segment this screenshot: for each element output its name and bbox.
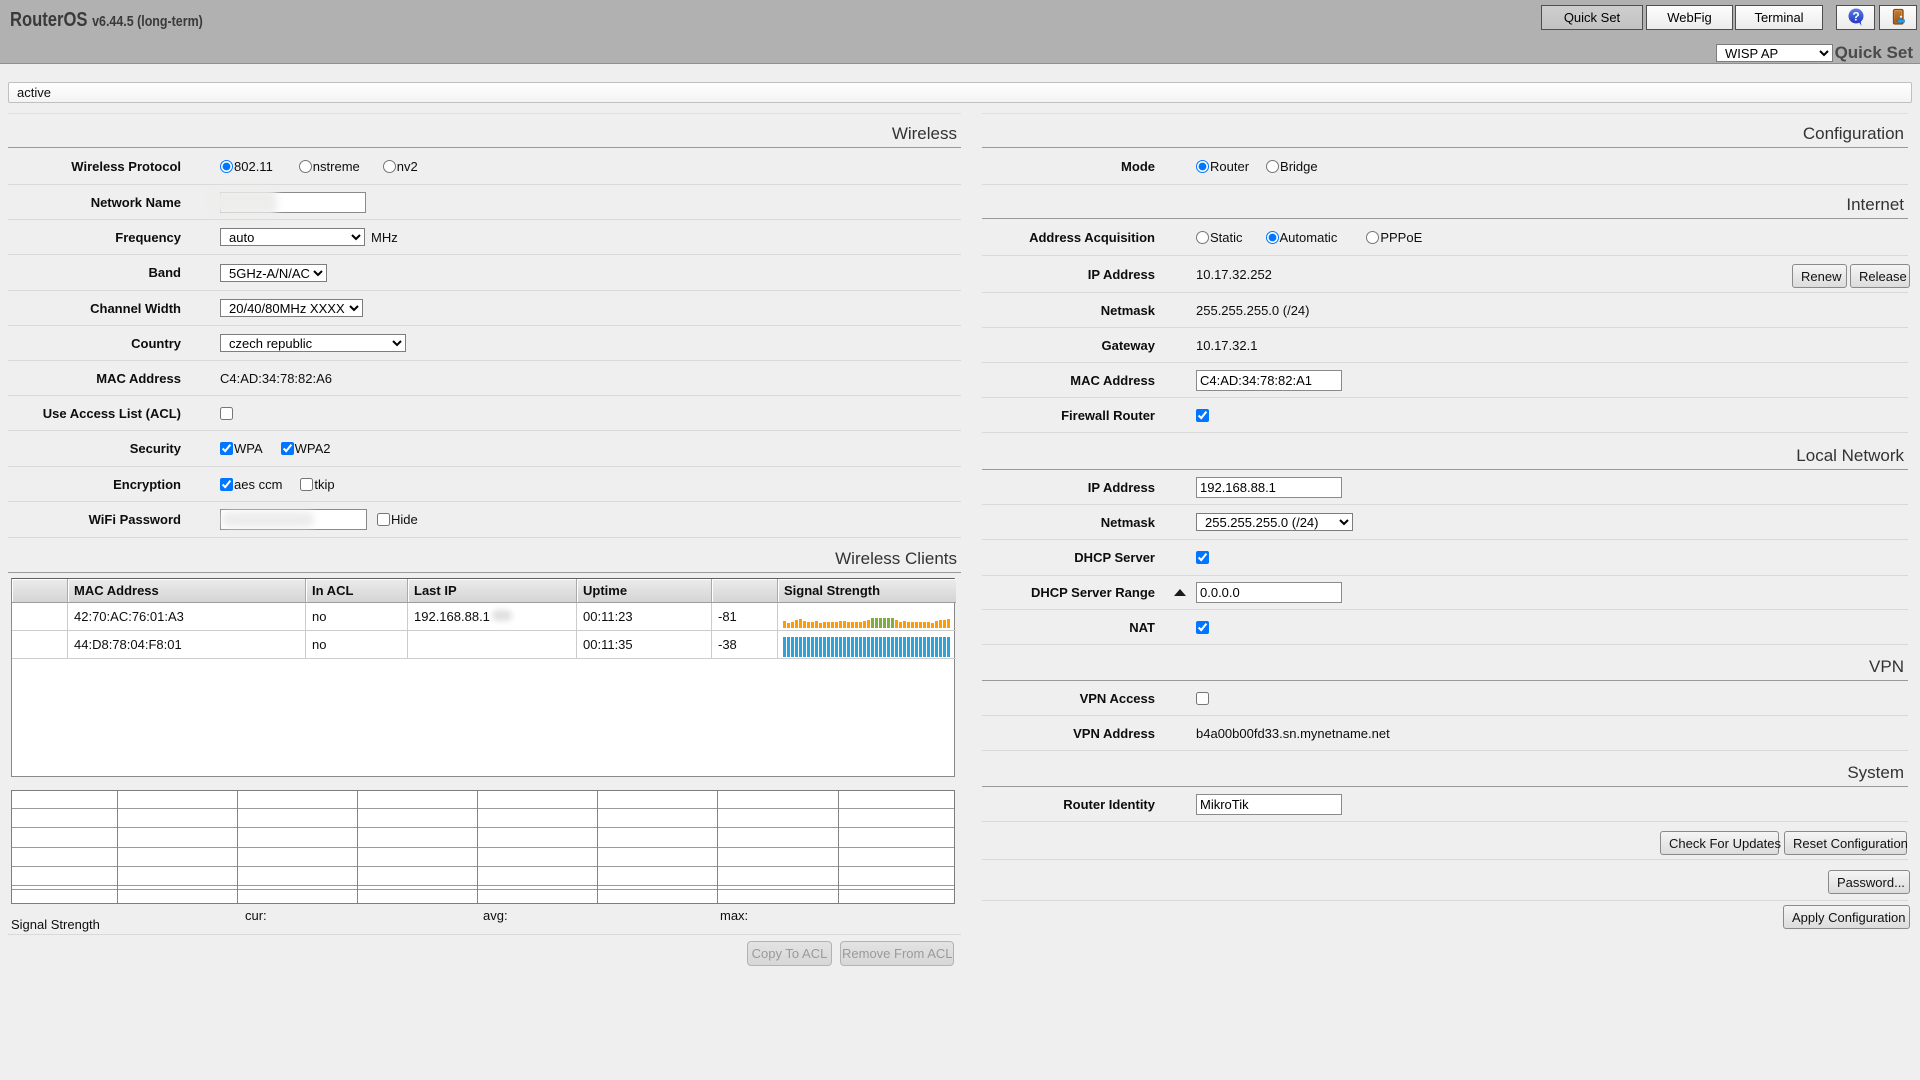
svg-text:?: ? bbox=[1852, 10, 1859, 24]
